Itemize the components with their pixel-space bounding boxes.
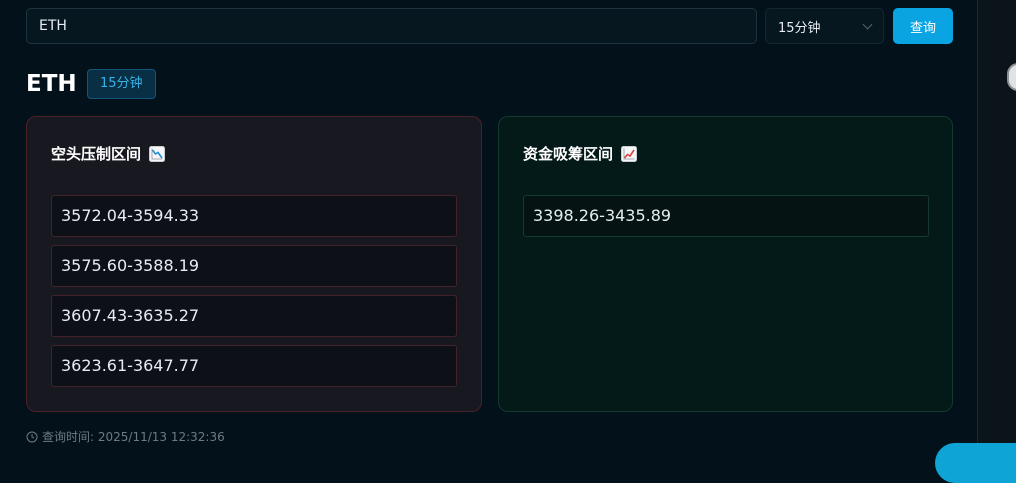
chart-decreasing-icon [149,146,166,162]
query-button[interactable]: 查询 [893,8,953,44]
query-time-text: 查询时间: 2025/11/13 12:32:36 [42,430,225,444]
short-pressure-panel: 空头压制区间 3572.04-3594.33 3575.60-3588.19 3… [26,116,482,412]
chart-increasing-icon [621,146,638,162]
long-panel-header: 资金吸筹区间 [523,144,638,164]
symbol-search-input[interactable] [26,8,757,44]
short-panel-header: 空头压制区间 [51,144,166,164]
short-range-item: 3623.61-3647.77 [51,345,457,387]
long-range-list: 3398.26-3435.89 [523,195,929,245]
long-range-item: 3398.26-3435.89 [523,195,929,237]
page-title: ETH [26,71,77,97]
short-range-item: 3575.60-3588.19 [51,245,457,287]
short-range-item: 3607.43-3635.27 [51,295,457,337]
floating-action-button[interactable] [935,443,1016,483]
accumulation-panel: 资金吸筹区间 3398.26-3435.89 [498,116,953,412]
short-panel-title: 空头压制区间 [51,145,142,163]
interval-select[interactable]: 15分钟 [765,8,884,44]
long-panel-title: 资金吸筹区间 [523,145,614,163]
short-range-list: 3572.04-3594.33 3575.60-3588.19 3607.43-… [51,195,457,395]
query-time-footer: 查询时间: 2025/11/13 12:32:36 [26,428,225,445]
interval-badge: 15分钟 [87,69,156,99]
chevron-down-icon [862,19,873,29]
short-range-item: 3572.04-3594.33 [51,195,457,237]
clock-icon [26,431,38,442]
interval-select-value: 15分钟 [778,20,821,36]
